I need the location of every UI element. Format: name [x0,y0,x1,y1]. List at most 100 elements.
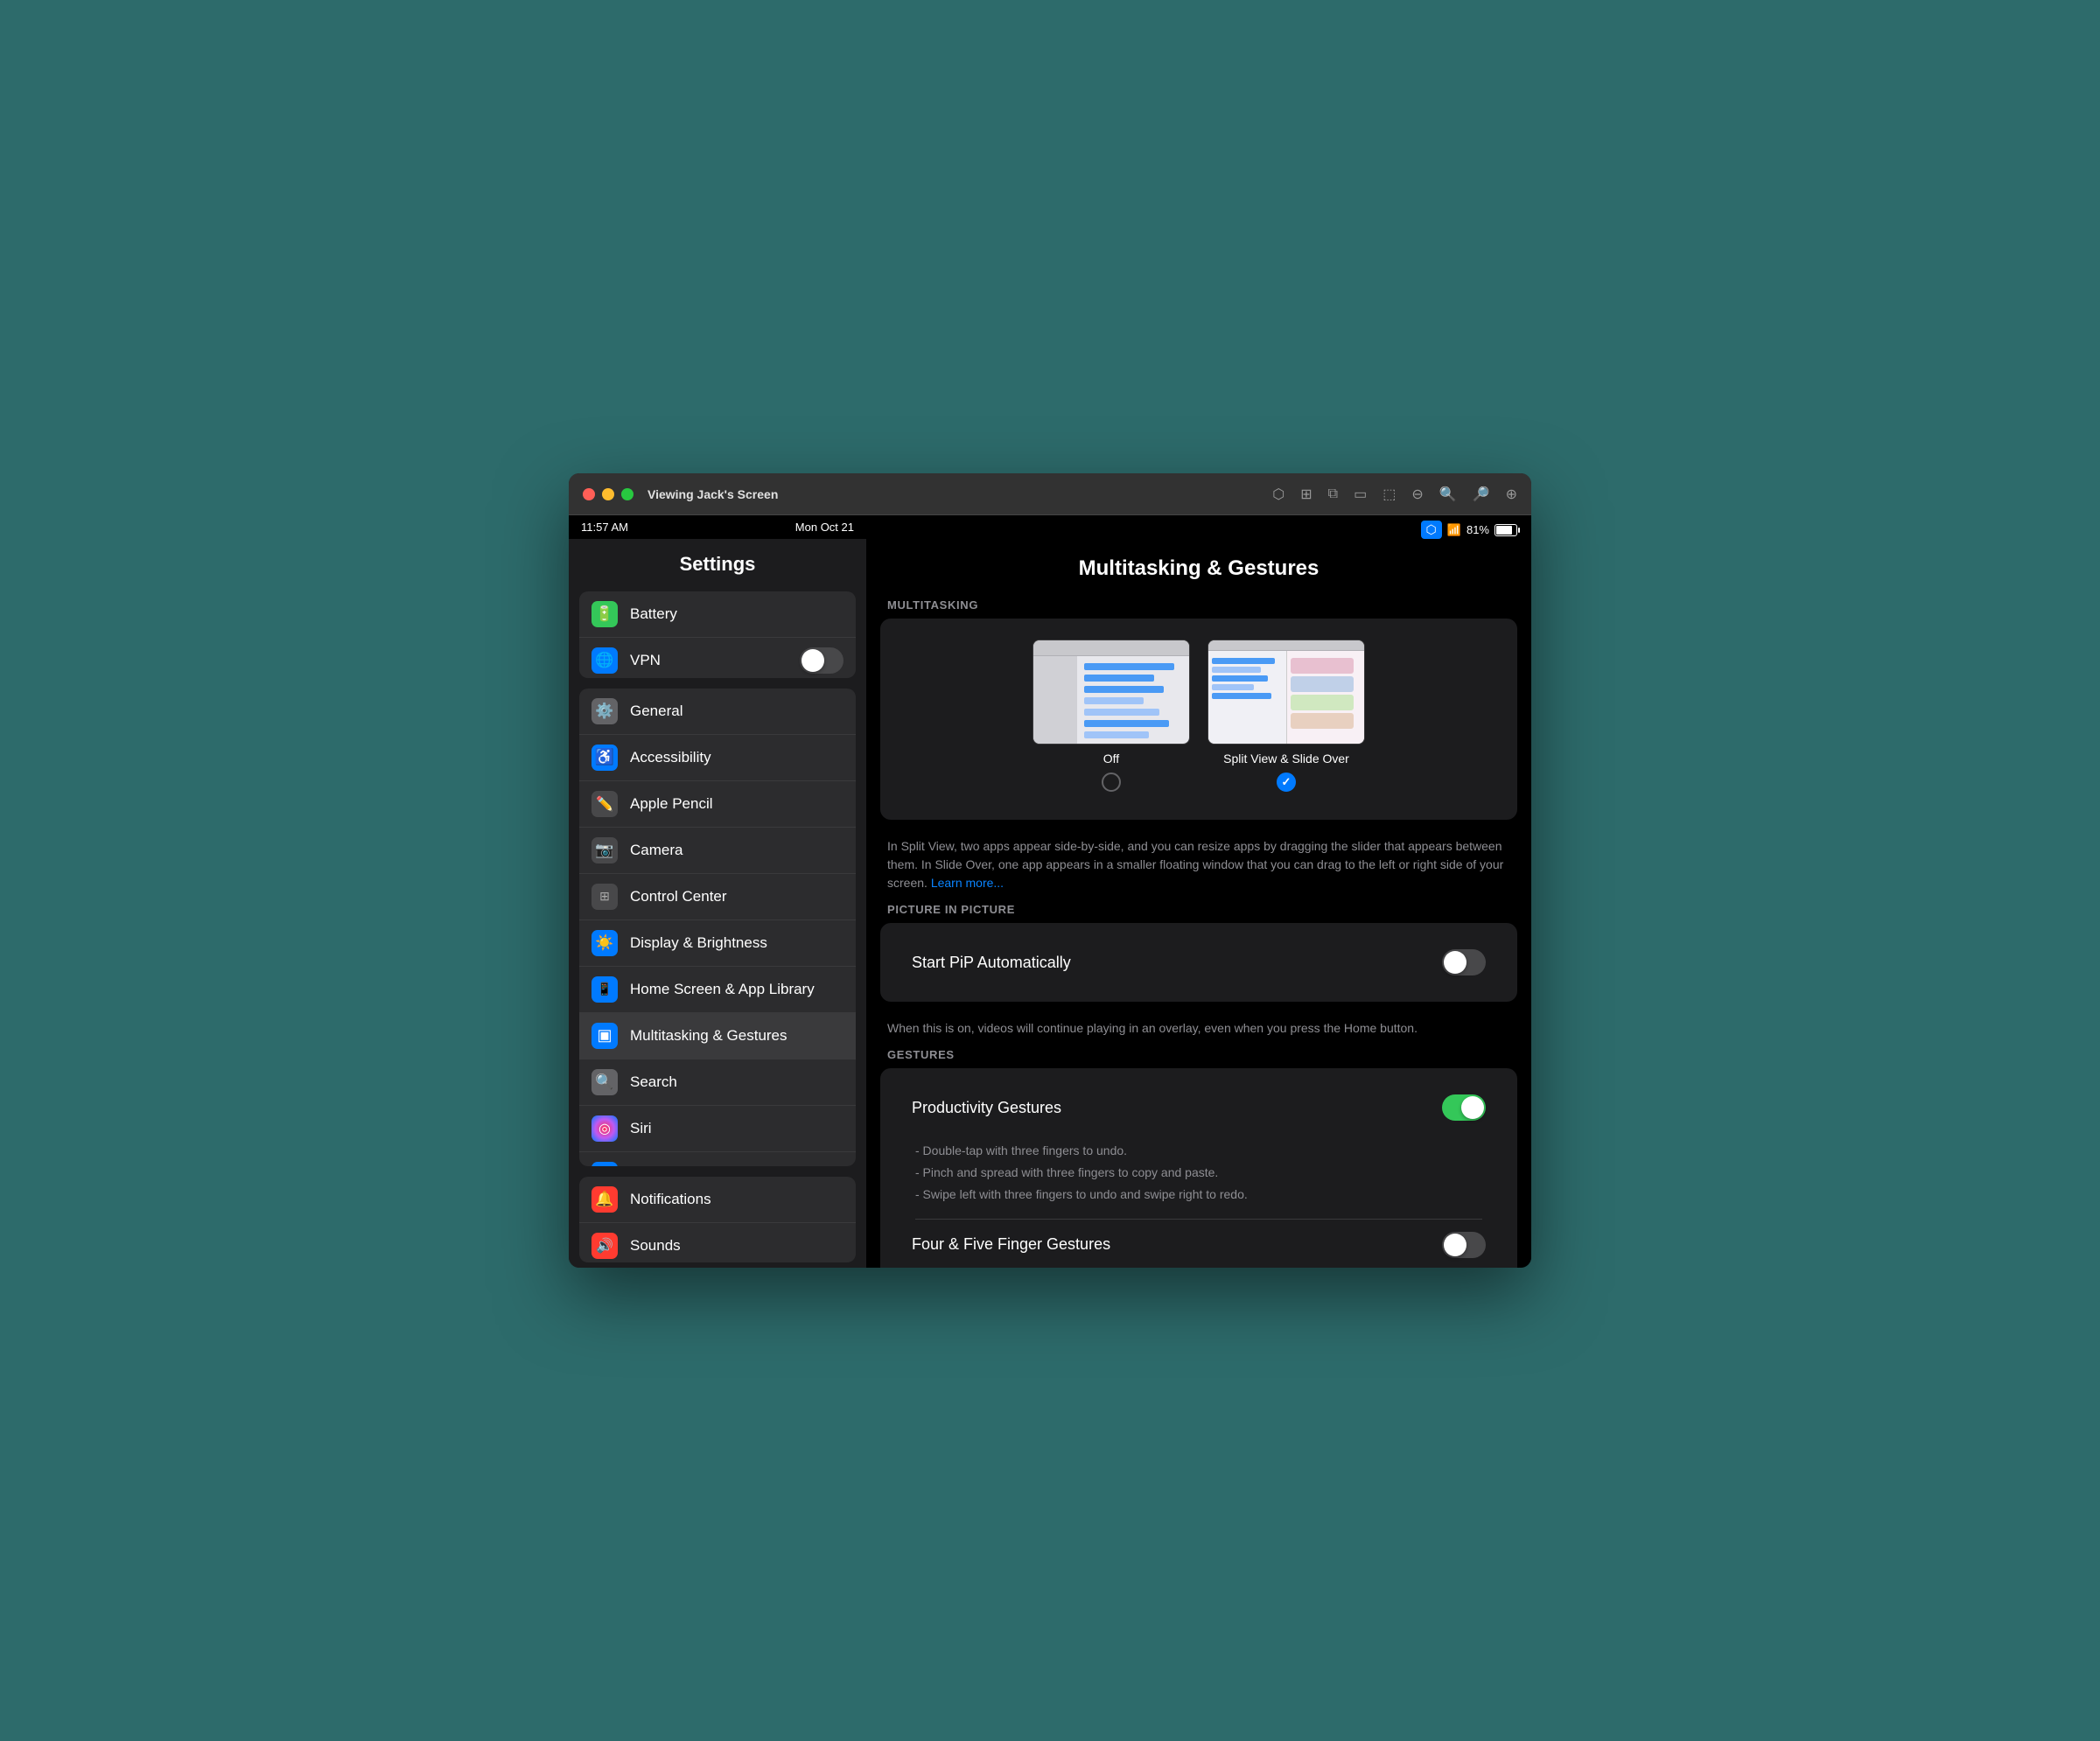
wifi-icon: 📶 [1447,523,1461,537]
sidebar-item-sounds[interactable]: 🔊 Sounds [579,1223,856,1263]
camera-icon: 📷 [592,837,618,864]
gesture-line-2: - Pinch and spread with three fingers to… [915,1162,1482,1184]
display-brightness-label: Display & Brightness [630,934,844,952]
display-icon[interactable]: ▭ [1354,486,1367,503]
screen-share-icon[interactable]: ⬡ [1272,486,1284,503]
screen-icon: ⬡ [1421,521,1442,539]
split-right [1287,651,1365,744]
preview-line-6 [1084,720,1169,727]
mac-window: Viewing Jack's Screen ⬡ ⊞ ⧉ ▭ ⬚ ⊖ 🔍 🔎 ⊕ … [569,473,1531,1268]
sidebar-item-camera[interactable]: 📷 Camera [579,828,856,874]
sidebar-item-apple-pencil[interactable]: ✏️ Apple Pencil [579,781,856,828]
four-finger-label: Four & Five Finger Gestures [912,1235,1110,1254]
sidebar: 11:57 AM Mon Oct 21 Settings 🔋 Battery 🌐… [569,515,866,1268]
gestures-section-label: GESTURES [866,1048,1531,1068]
preview-lines [1084,663,1184,738]
four-finger-row: Four & Five Finger Gestures [894,1220,1503,1268]
sidebar-item-notifications[interactable]: 🔔 Notifications [579,1177,856,1223]
status-date: Mon Oct 21 [795,521,854,534]
control-center-icon: ⊞ [592,884,618,910]
main-content: ⬡ 📶 81% Multitasking & Gestures MULTITAS… [866,515,1531,1268]
sidebar-item-vpn[interactable]: 🌐 VPN [579,638,856,678]
grid-icon[interactable]: ⊞ [1300,486,1312,503]
record-icon[interactable]: ⬚ [1382,486,1396,503]
pip-section-label: PICTURE IN PICTURE [866,903,1531,923]
productivity-toggle[interactable] [1442,1094,1486,1121]
gesture-line-3: - Swipe left with three fingers to undo … [915,1184,1482,1206]
split-view-icon[interactable]: ⧉ [1328,486,1338,502]
sidebar-item-search[interactable]: 🔍 Search [579,1059,856,1106]
multitask-split-label: Split View & Slide Over [1223,752,1349,766]
battery-indicator [1494,524,1517,536]
sidebar-item-general[interactable]: ⚙️ General [579,689,856,735]
split-left [1208,651,1287,744]
multitask-preview-off [1032,640,1190,745]
vpn-toggle-knob [802,649,824,672]
sounds-label: Sounds [630,1237,844,1255]
sidebar-item-control-center[interactable]: ⊞ Control Center [579,874,856,920]
multitask-option-off[interactable]: Off [1032,640,1190,792]
sidebar-item-battery[interactable]: 🔋 Battery [579,591,856,638]
four-finger-knob [1444,1234,1466,1256]
zoom-fit-icon[interactable]: ⊖ [1411,486,1423,503]
sidebar-section-3: 🔔 Notifications 🔊 Sounds [579,1177,856,1263]
preview-line-2 [1084,675,1154,682]
preview-line-7 [1084,731,1149,738]
pip-description: When this is on, videos will continue pl… [866,1009,1531,1048]
multitasking-description: In Split View, two apps appear side-by-s… [866,827,1531,903]
preview-line-1 [1084,663,1174,670]
multitask-radio-off[interactable] [1102,773,1121,792]
multitask-radio-split[interactable] [1277,773,1296,792]
productivity-gestures-label: Productivity Gestures [912,1099,1061,1117]
multitask-preview-split [1208,640,1365,745]
four-finger-toggle[interactable] [1442,1232,1486,1258]
battery-percent: 81% [1466,523,1489,536]
multitasking-options: Off [894,633,1503,806]
gesture-line-1: - Double-tap with three fingers to undo. [915,1140,1482,1162]
multitask-option-split[interactable]: Split View & Slide Over [1208,640,1365,792]
home-screen-icon: 📱 [592,976,618,1003]
multitasking-label: Multitasking & Gestures [630,1027,844,1045]
pip-knob [1444,951,1466,974]
home-screen-label: Home Screen & App Library [630,981,844,998]
zoom-out-icon[interactable]: 🔍 [1439,486,1457,503]
sidebar-item-home-screen[interactable]: 📱 Home Screen & App Library [579,967,856,1013]
split-topbar [1208,640,1364,651]
pip-label: Start PiP Automatically [912,954,1071,972]
window-title: Viewing Jack's Screen [648,487,1265,501]
general-icon: ⚙️ [592,698,618,724]
vpn-toggle[interactable] [800,647,844,674]
sidebar-item-multitasking[interactable]: ▣ Multitasking & Gestures [579,1013,856,1059]
apple-pencil-label: Apple Pencil [630,795,844,813]
sidebar-item-siri[interactable]: ◎ Siri [579,1106,856,1152]
general-label: General [630,703,844,720]
sidebar-item-display-brightness[interactable]: ☀️ Display & Brightness [579,920,856,967]
search-icon: 🔍 [592,1069,618,1095]
zoom-in-icon[interactable]: ⊕ [1506,486,1517,503]
multitasking-icon: ▣ [592,1023,618,1049]
productivity-knob [1461,1096,1484,1119]
maximize-button[interactable] [621,488,634,500]
close-button[interactable] [583,488,595,500]
multitasking-section-label: MULTITASKING [866,598,1531,619]
titlebar: Viewing Jack's Screen ⬡ ⊞ ⧉ ▭ ⬚ ⊖ 🔍 🔎 ⊕ [569,473,1531,515]
sidebar-item-accessibility[interactable]: ♿ Accessibility [579,735,856,781]
control-center-label: Control Center [630,888,844,905]
preview-line-3 [1084,686,1164,693]
toolbar-controls: ⬡ ⊞ ⧉ ▭ ⬚ ⊖ 🔍 🔎 ⊕ [1272,486,1517,503]
sidebar-item-wallpaper[interactable]: ❇ Wallpaper [579,1152,856,1166]
preview-line-5 [1084,709,1159,716]
preview-topbar [1033,640,1189,656]
pip-toggle[interactable] [1442,949,1486,975]
sidebar-status-bar: 11:57 AM Mon Oct 21 [569,515,866,539]
multitasking-card: Off [880,619,1517,820]
zoom-reset-icon[interactable]: 🔎 [1473,486,1490,503]
battery-fill [1496,526,1512,535]
notifications-label: Notifications [630,1191,844,1208]
camera-label: Camera [630,842,844,859]
gestures-card: Productivity Gestures - Double-tap with … [880,1068,1517,1268]
minimize-button[interactable] [602,488,614,500]
pip-setting-row: Start PiP Automatically [894,937,1503,988]
battery-icon: 🔋 [592,601,618,627]
learn-more-link[interactable]: Learn more... [931,876,1004,890]
